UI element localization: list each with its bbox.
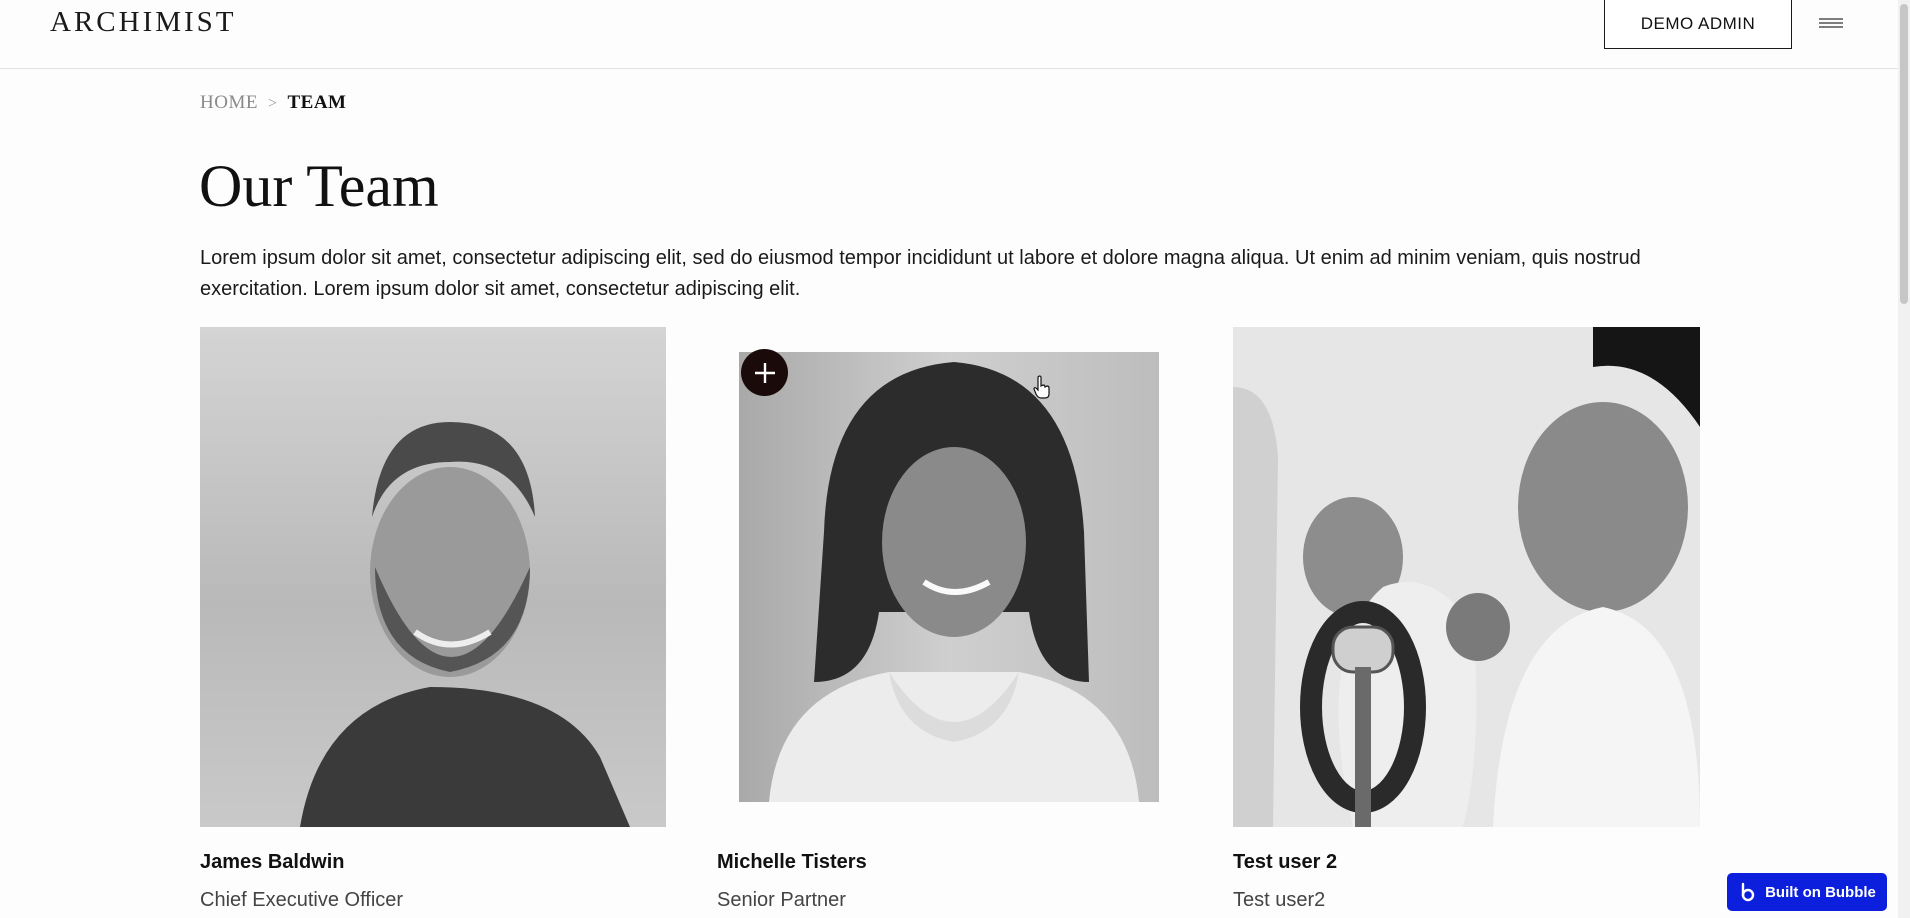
team-member-role: Senior Partner bbox=[717, 889, 846, 911]
add-icon[interactable] bbox=[741, 349, 788, 396]
team-member-name[interactable]: Michelle Tisters bbox=[717, 851, 867, 874]
team-photo[interactable] bbox=[200, 327, 666, 827]
team-member-role: Test user2 bbox=[1233, 889, 1326, 911]
demo-admin-button[interactable]: DEMO ADMIN bbox=[1604, 0, 1792, 49]
team-photo[interactable] bbox=[739, 352, 1159, 802]
breadcrumb-home-link[interactable]: HOME bbox=[200, 92, 258, 114]
breadcrumb-current: TEAM bbox=[287, 92, 347, 113]
site-logo[interactable]: ARCHIMIST bbox=[50, 6, 237, 39]
hand-cursor-icon bbox=[1033, 375, 1051, 399]
team-member-name[interactable]: Test user 2 bbox=[1233, 851, 1337, 874]
built-on-bubble-badge[interactable]: Built on Bubble bbox=[1727, 873, 1887, 911]
intro-text: Lorem ipsum dolor sit amet, consectetur … bbox=[200, 247, 1641, 300]
breadcrumb: HOME > TEAM bbox=[200, 92, 346, 114]
scrollbar-thumb[interactable] bbox=[1900, 4, 1908, 304]
built-on-bubble-label: Built on Bubble bbox=[1765, 883, 1876, 901]
team-photo[interactable] bbox=[1233, 327, 1700, 827]
page-scrollbar[interactable] bbox=[1898, 0, 1910, 918]
bubble-logo-icon bbox=[1738, 882, 1758, 902]
team-member-name[interactable]: James Baldwin bbox=[200, 851, 345, 874]
hamburger-icon[interactable] bbox=[1816, 14, 1846, 34]
breadcrumb-separator: > bbox=[267, 95, 278, 112]
site-header: ARCHIMIST DEMO ADMIN bbox=[0, 0, 1898, 69]
team-member-role: Chief Executive Officer bbox=[200, 889, 404, 911]
page-title: Our Team bbox=[199, 153, 439, 219]
